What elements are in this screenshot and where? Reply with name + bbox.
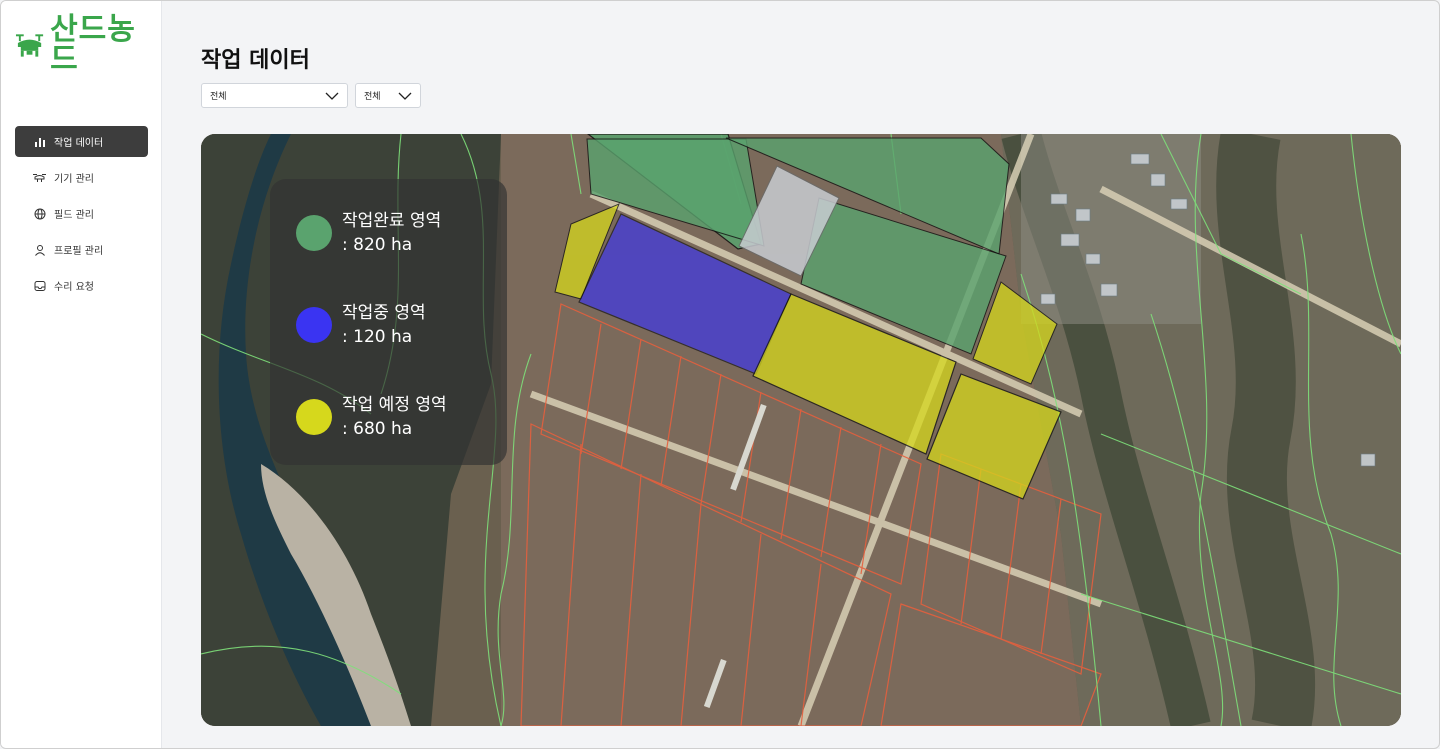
sidebar-item-label: 기기 관리	[54, 174, 94, 185]
sidebar-item-repair-request[interactable]: 수리 요청	[15, 270, 148, 301]
sidebar-item-device-management[interactable]: 기기 관리	[15, 162, 148, 193]
legend-dot-blue	[296, 307, 332, 343]
legend-item-in-progress: 작업중 영역 : 120 ha	[296, 301, 426, 349]
legend-label: 작업 예정 영역	[342, 395, 447, 415]
bar-chart-icon	[33, 135, 46, 148]
logo-text: 산드농드	[50, 12, 136, 77]
globe-icon	[33, 207, 46, 220]
drone-logo-icon	[15, 34, 44, 57]
chevron-down-icon	[325, 92, 339, 100]
chevron-down-icon	[398, 92, 412, 100]
app-window: 산드농드 작업 데이터 기기 관리 필드 관리 프로필 관리 수리 요청 작업 …	[0, 0, 1440, 749]
sidebar-item-label: 프로필 관리	[54, 246, 104, 257]
legend-dot-green	[296, 215, 332, 251]
inbox-icon	[33, 279, 46, 292]
legend-item-scheduled: 작업 예정 영역 : 680 ha	[296, 393, 447, 441]
legend-label: 작업완료 영역	[342, 211, 442, 231]
sidebar-item-label: 수리 요청	[54, 282, 94, 293]
legend-dot-yellow	[296, 399, 332, 435]
legend-label: 작업중 영역	[342, 303, 426, 323]
legend-item-completed: 작업완료 영역 : 820 ha	[296, 209, 441, 257]
filter-select-1[interactable]: 전체	[201, 83, 348, 108]
page-title: 작업 데이터	[201, 48, 310, 73]
sidebar-nav: 작업 데이터 기기 관리 필드 관리 프로필 관리 수리 요청	[15, 126, 148, 306]
sidebar: 산드농드 작업 데이터 기기 관리 필드 관리 프로필 관리 수리 요청	[1, 1, 162, 748]
logo[interactable]: 산드농드	[15, 15, 161, 75]
filter-select-value: 전체	[364, 92, 381, 102]
legend-value: : 680 ha	[342, 419, 413, 439]
sidebar-item-label: 작업 데이터	[54, 138, 104, 149]
legend-value: : 120 ha	[342, 327, 413, 347]
legend-value: : 820 ha	[342, 235, 413, 255]
legend-panel: 작업완료 영역 : 820 ha 작업중 영역 : 120 ha 작업 예정 영…	[270, 179, 507, 465]
sidebar-item-field-management[interactable]: 필드 관리	[15, 198, 148, 229]
sidebar-item-profile-management[interactable]: 프로필 관리	[15, 234, 148, 265]
filter-select-2[interactable]: 전체	[355, 83, 421, 108]
drone-icon	[33, 171, 46, 184]
satellite-map[interactable]: 작업완료 영역 : 820 ha 작업중 영역 : 120 ha 작업 예정 영…	[201, 134, 1401, 726]
sidebar-item-label: 필드 관리	[54, 210, 94, 221]
user-icon	[33, 243, 46, 256]
filter-select-value: 전체	[210, 92, 227, 102]
sidebar-item-work-data[interactable]: 작업 데이터	[15, 126, 148, 157]
